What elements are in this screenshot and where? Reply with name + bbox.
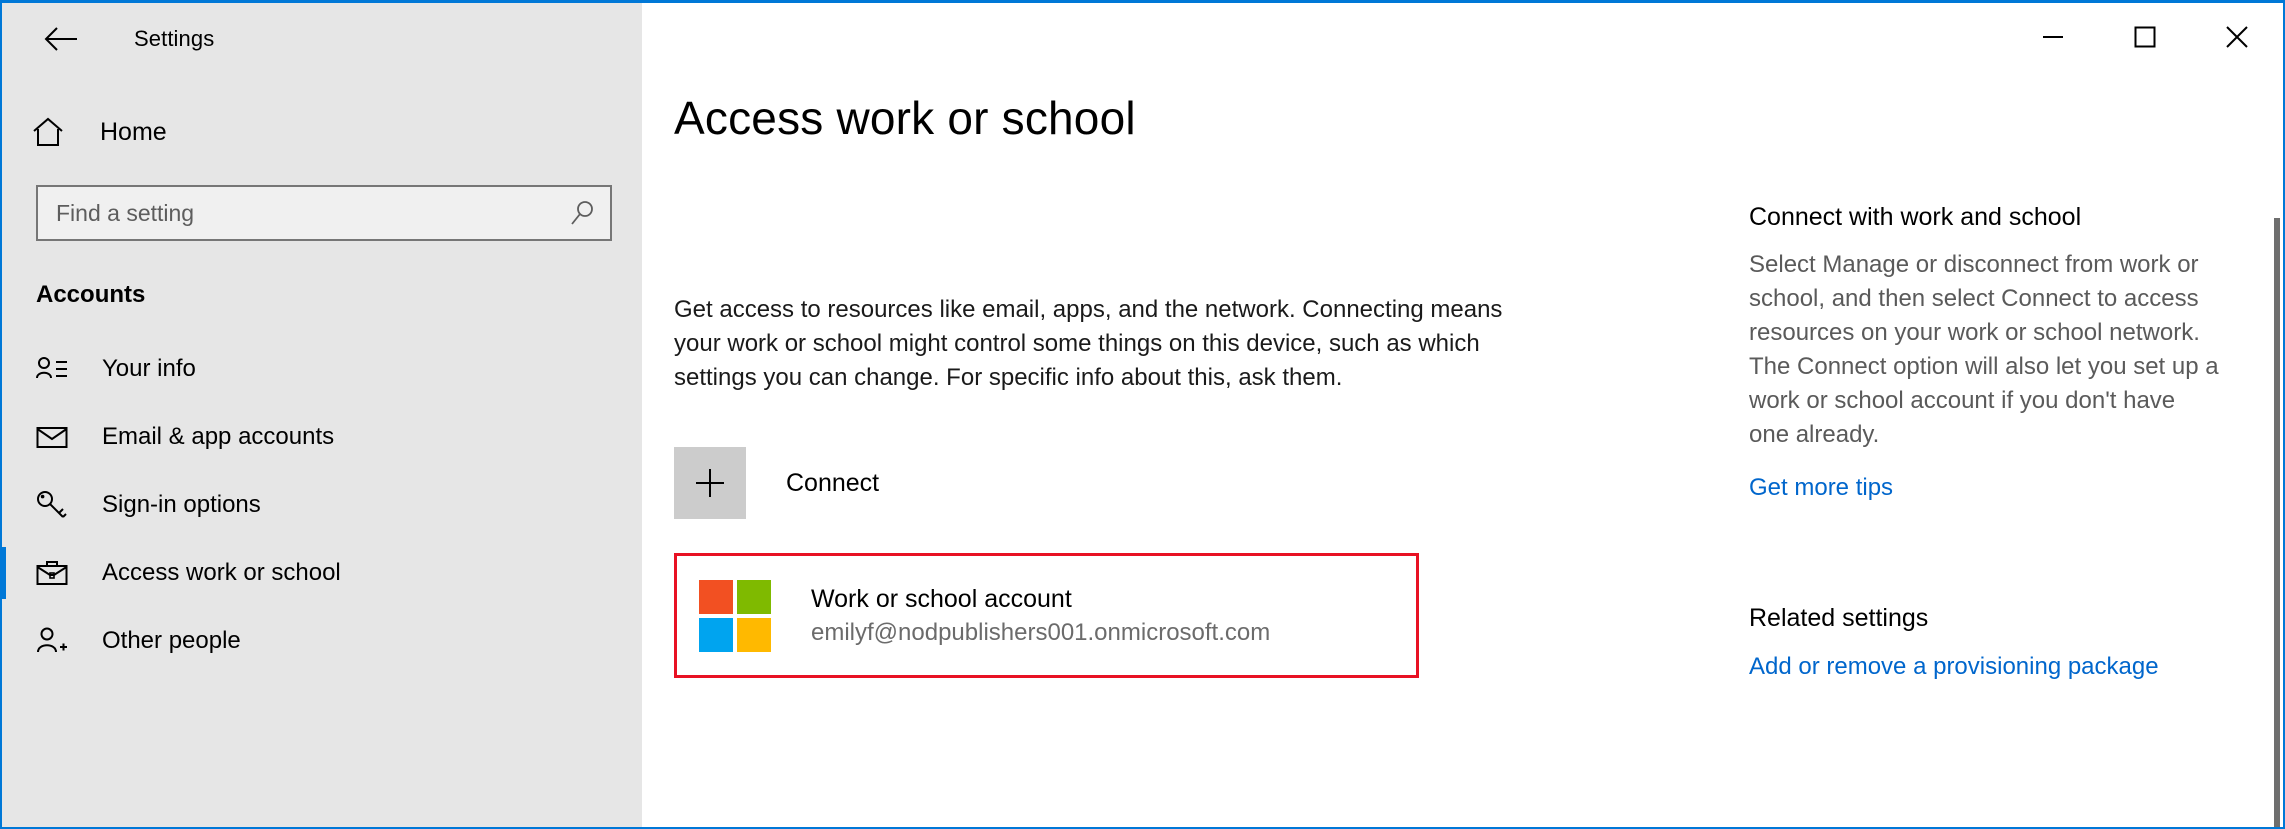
right-rail: Connect with work and school Select Mana… xyxy=(1749,203,2221,683)
sidebar-label: Other people xyxy=(102,627,241,654)
sidebar-item-your-info[interactable]: Your info xyxy=(2,335,642,403)
sidebar-home-label: Home xyxy=(100,117,167,146)
account-text: Work or school account emilyf@nodpublish… xyxy=(811,583,1270,649)
maximize-icon xyxy=(2134,26,2156,48)
home-icon xyxy=(32,117,78,147)
logo-quadrant-top-left xyxy=(699,579,733,614)
microsoft-logo-icon xyxy=(699,579,771,652)
add-remove-provisioning-package-link[interactable]: Add or remove a provisioning package xyxy=(1749,651,2159,683)
connect-label: Connect xyxy=(786,468,880,497)
sidebar-item-access-work-or-school[interactable]: Access work or school xyxy=(0,539,642,607)
settings-window: Settings Home Accounts xyxy=(0,0,2285,829)
briefcase-icon xyxy=(36,559,78,587)
search-box[interactable] xyxy=(36,185,612,241)
back-arrow-icon xyxy=(44,27,77,51)
add-person-icon xyxy=(36,627,78,655)
logo-quadrant-top-right xyxy=(737,579,771,614)
logo-quadrant-bottom-right xyxy=(737,617,771,652)
user-info-icon xyxy=(36,356,78,382)
sidebar: Settings Home Accounts xyxy=(0,3,642,827)
sidebar-item-sign-in-options[interactable]: Sign-in options xyxy=(2,471,642,539)
intro-paragraph: Get access to resources like email, apps… xyxy=(674,296,1503,392)
account-name: Work or school account xyxy=(811,584,1072,613)
window-controls xyxy=(2007,3,2283,71)
maximize-button[interactable] xyxy=(2099,3,2191,71)
close-button[interactable] xyxy=(2191,3,2283,71)
page-title: Access work or school xyxy=(674,92,1136,144)
main-column: Get access to resources like email, apps… xyxy=(674,293,1554,679)
connect-with-work-heading: Connect with work and school xyxy=(1749,203,2082,231)
sidebar-nav-list: Your info Email & app accounts Sign-in o… xyxy=(0,335,642,675)
close-icon xyxy=(2226,26,2248,48)
back-button[interactable] xyxy=(30,14,92,64)
envelope-icon xyxy=(36,425,78,449)
sidebar-label: Sign-in options xyxy=(102,491,261,518)
connect-button[interactable]: Connect xyxy=(674,447,1554,520)
account-email: emilyf@nodpublishers001.onmicrosoft.com xyxy=(811,618,1271,646)
search-input[interactable] xyxy=(38,199,554,227)
scrollbar-thumb[interactable] xyxy=(2274,218,2280,827)
minimize-icon xyxy=(2043,36,2063,38)
plus-icon xyxy=(674,447,746,520)
related-settings-heading: Related settings xyxy=(1749,604,1929,633)
sidebar-section-title: Accounts xyxy=(36,281,146,308)
related-settings-block: Related settings Add or remove a provisi… xyxy=(1749,604,2221,683)
app-title: Settings xyxy=(134,26,215,51)
key-icon xyxy=(36,490,78,520)
sidebar-item-home[interactable]: Home xyxy=(2,101,642,163)
scrollbar-track[interactable] xyxy=(2273,63,2281,827)
content-area: Access work or school Get access to reso… xyxy=(642,3,2283,827)
sidebar-label: Access work or school xyxy=(102,559,341,586)
logo-quadrant-bottom-left xyxy=(699,617,733,652)
search-icon[interactable] xyxy=(554,187,610,239)
sidebar-label: Your info xyxy=(102,355,196,382)
get-more-tips-link[interactable]: Get more tips xyxy=(1749,472,1893,504)
work-or-school-account-row[interactable]: Work or school account emilyf@nodpublish… xyxy=(674,553,1419,679)
sidebar-label: Email & app accounts xyxy=(102,423,335,450)
sidebar-item-other-people[interactable]: Other people xyxy=(2,607,642,675)
connect-with-work-body: Select Manage or disconnect from work or… xyxy=(1749,251,2219,449)
sidebar-item-email-app-accounts[interactable]: Email & app accounts xyxy=(2,403,642,471)
minimize-button[interactable] xyxy=(2007,3,2099,71)
sidebar-titlebar: Settings xyxy=(2,3,642,75)
